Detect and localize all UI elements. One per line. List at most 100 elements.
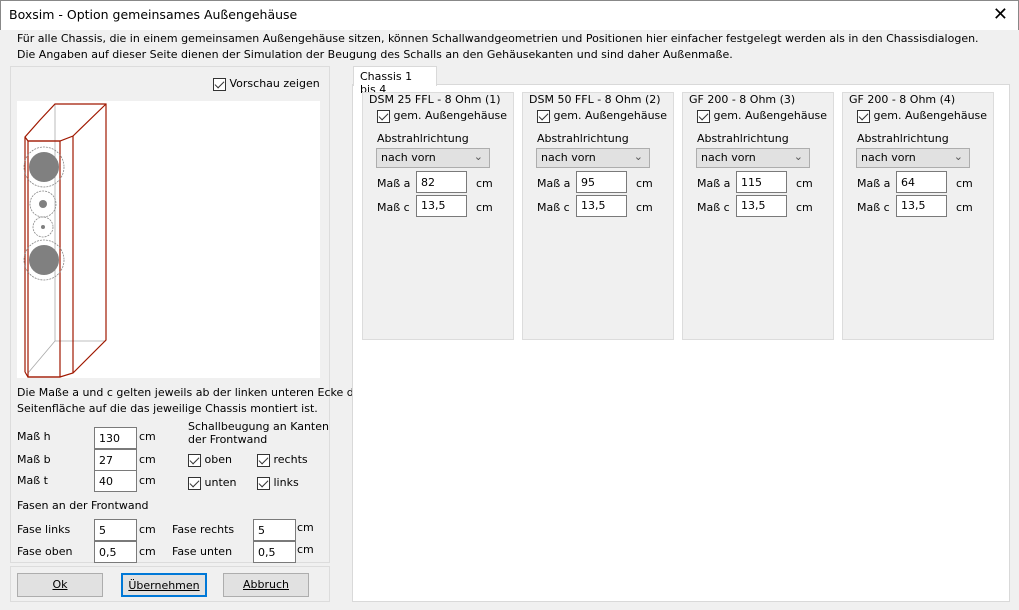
fase-links-unit: cm — [139, 523, 156, 536]
window-title: Boxsim - Option gemeinsames Außengehäuse — [9, 7, 298, 22]
apply-button[interactable]: Übernehmen — [121, 573, 207, 597]
dim-b-input[interactable] — [94, 449, 137, 471]
woofer-1 — [29, 152, 59, 182]
dim-c-unit: cm — [476, 201, 493, 214]
note-line-2: Seitenfläche auf die das jeweilige Chass… — [17, 402, 318, 415]
direction-select[interactable]: nach vorn ⌄ — [536, 148, 650, 168]
shared-housing-checkbox[interactable]: gem. Außengehäuse — [377, 109, 507, 123]
shared-housing-checkbox[interactable]: gem. Außengehäuse — [697, 109, 827, 123]
dim-c-label: Maß c — [537, 201, 570, 214]
note-line-1: Die Maße a und c gelten jeweils ab der l… — [17, 386, 366, 399]
checkbox-icon — [377, 109, 390, 123]
shared-housing-label: gem. Außengehäuse — [393, 109, 508, 122]
edge-label: links — [273, 476, 299, 489]
checkbox-icon — [213, 77, 226, 91]
dim-c-input[interactable]: 13,5 — [416, 195, 467, 217]
dim-h-label: Maß h — [17, 430, 51, 443]
shared-housing-checkbox[interactable]: gem. Außengehäuse — [857, 109, 987, 123]
dim-c-input[interactable]: 13,5 — [736, 195, 787, 217]
close-icon[interactable]: ✕ — [993, 4, 1008, 25]
title-bar: Boxsim - Option gemeinsames Außengehäuse… — [0, 0, 1019, 30]
direction-value: nach vorn — [861, 151, 916, 164]
dim-a-input[interactable] — [736, 171, 787, 193]
edge-label: rechts — [273, 453, 308, 466]
fase-links-input[interactable] — [94, 519, 137, 541]
direction-label: Abstrahlrichtung — [377, 132, 469, 145]
dim-a-unit: cm — [636, 177, 653, 190]
dim-c-input[interactable]: 13,5 — [896, 195, 947, 217]
checkbox-icon — [537, 109, 550, 123]
woofer-2 — [29, 245, 59, 275]
edge-oben-checkbox[interactable]: oben — [188, 453, 232, 467]
diffraction-title-2: der Frontwand — [188, 433, 268, 446]
fase-links-label: Fase links — [17, 523, 71, 536]
dim-t-label: Maß t — [17, 474, 48, 487]
dim-a-input[interactable] — [416, 171, 467, 193]
preview-checkbox[interactable]: Vorschau zeigen — [213, 77, 320, 91]
chassis-group-2: DSM 50 FFL - 8 Ohm (2) gem. Außengehäuse… — [522, 92, 674, 340]
fase-rechts-unit: cm — [297, 521, 314, 534]
checkbox-icon — [188, 476, 201, 490]
fase-oben-label: Fase oben — [17, 545, 73, 558]
edge-unten-checkbox[interactable]: unten — [188, 476, 237, 490]
fase-rechts-label: Fase rechts — [172, 523, 235, 536]
edge-links-checkbox[interactable]: links — [257, 476, 299, 490]
chevron-down-icon: ⌄ — [953, 150, 963, 163]
edge-rechts-checkbox[interactable]: rechts — [257, 453, 308, 467]
chassis-title: GF 200 - 8 Ohm (3) — [688, 93, 797, 106]
direction-select[interactable]: nach vorn ⌄ — [696, 148, 810, 168]
dim-c-unit: cm — [636, 201, 653, 214]
dim-a-input[interactable] — [896, 171, 947, 193]
shared-housing-label: gem. Außengehäuse — [713, 109, 828, 122]
tab-chassis-1-4[interactable]: Chassis 1 bis 4 — [353, 66, 437, 96]
dim-a-unit: cm — [796, 177, 813, 190]
dim-b-label: Maß b — [17, 453, 51, 466]
direction-select[interactable]: nach vorn ⌄ — [856, 148, 970, 168]
chassis-title: GF 200 - 8 Ohm (4) — [848, 93, 957, 106]
checkbox-icon — [188, 453, 201, 467]
fase-unten-label: Fase unten — [172, 545, 233, 558]
dim-c-label: Maß c — [697, 201, 730, 214]
dim-c-label: Maß c — [857, 201, 890, 214]
fase-oben-input[interactable] — [94, 541, 137, 563]
direction-value: nach vorn — [541, 151, 596, 164]
dim-b-unit: cm — [139, 453, 156, 466]
edge-label: oben — [204, 453, 232, 466]
chassis-group-1: DSM 25 FFL - 8 Ohm (1) gem. Außengehäuse… — [362, 92, 514, 340]
dim-h-input[interactable] — [94, 427, 137, 449]
direction-label: Abstrahlrichtung — [697, 132, 789, 145]
direction-label: Abstrahlrichtung — [537, 132, 629, 145]
dim-a-label: Maß a — [697, 177, 731, 190]
cancel-button[interactable]: Abbruch — [223, 573, 309, 597]
chevron-down-icon: ⌄ — [633, 150, 643, 163]
fase-rechts-input[interactable] — [253, 519, 296, 541]
info-line-1: Für alle Chassis, die in einem gemeinsam… — [17, 32, 979, 45]
dim-a-label: Maß a — [537, 177, 571, 190]
direction-value: nach vorn — [381, 151, 436, 164]
shared-housing-checkbox[interactable]: gem. Außengehäuse — [537, 109, 667, 123]
checkbox-icon — [857, 109, 870, 123]
speaker-preview-drawing — [23, 103, 107, 378]
dim-a-input[interactable] — [576, 171, 627, 193]
direction-label: Abstrahlrichtung — [857, 132, 949, 145]
info-line-2: Die Angaben auf dieser Seite dienen der … — [17, 48, 733, 61]
checkbox-icon — [257, 453, 270, 467]
dim-t-input[interactable] — [94, 470, 137, 492]
dim-a-unit: cm — [956, 177, 973, 190]
dim-c-input[interactable]: 13,5 — [576, 195, 627, 217]
preview-canvas — [17, 101, 320, 378]
fase-oben-unit: cm — [139, 545, 156, 558]
dim-h-unit: cm — [139, 430, 156, 443]
shared-housing-label: gem. Außengehäuse — [873, 109, 988, 122]
shared-housing-label: gem. Außengehäuse — [553, 109, 668, 122]
fase-unten-input[interactable] — [253, 541, 296, 563]
checkbox-icon — [257, 476, 270, 490]
dim-c-unit: cm — [956, 201, 973, 214]
fase-unten-unit: cm — [297, 543, 314, 556]
preview-label: Vorschau zeigen — [229, 77, 320, 90]
checkbox-icon — [697, 109, 710, 123]
dim-a-unit: cm — [476, 177, 493, 190]
ok-button[interactable]: Ok — [17, 573, 103, 597]
direction-select[interactable]: nach vorn ⌄ — [376, 148, 490, 168]
chevron-down-icon: ⌄ — [473, 150, 483, 163]
